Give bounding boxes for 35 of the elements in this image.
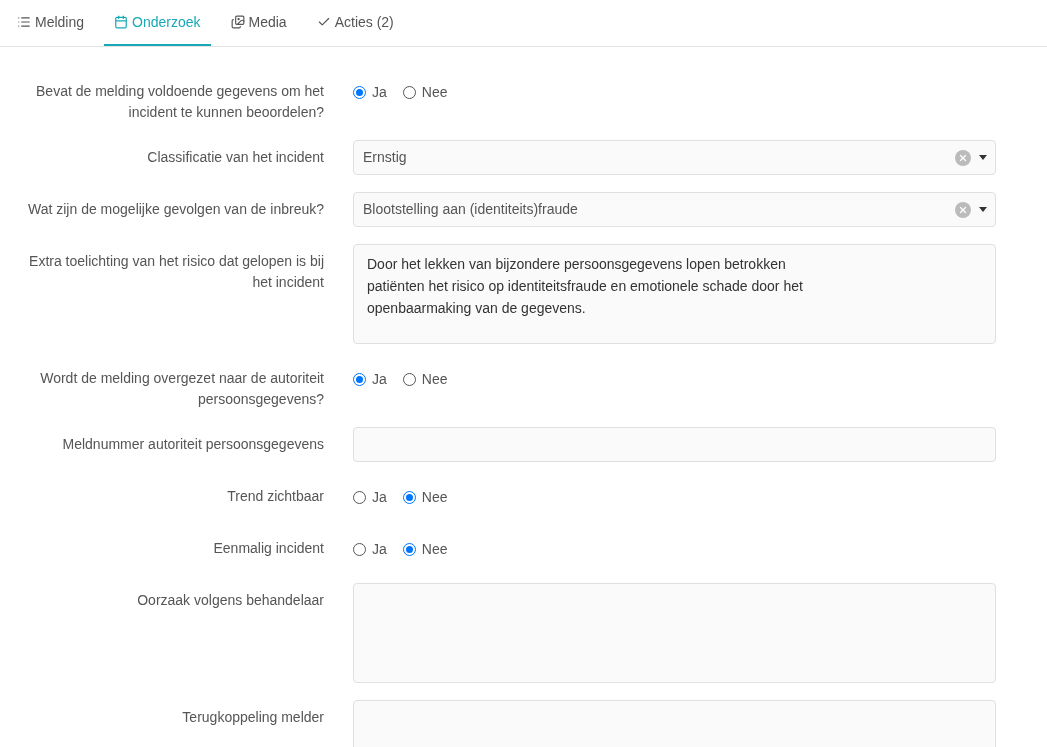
field-label: Wat zijn de mogelijke gevolgen van de inbreuk? — [28, 201, 324, 217]
text-area[interactable]: Door het lekken van bijzondere persoonsgegevens lopen betrokken patiënten het risico op identiteitsfraude en emotionele schade door het openbaarmaking van de gegevens. — [353, 244, 996, 344]
radio-option[interactable]: Ja — [353, 82, 387, 103]
field-label: Terugkoppeling melder — [182, 709, 324, 725]
radio-option[interactable]: Nee — [402, 487, 448, 508]
field-label: Bevat de melding voldoende gegevens om het incident te kunnen beoordelen? — [36, 83, 324, 120]
radio-button[interactable] — [353, 543, 366, 556]
field-label: Wordt de melding overgezet naar de autoriteit persoonsgegevens? — [40, 370, 324, 407]
field-label: Oorzaak volgens behandelaar — [137, 592, 324, 608]
field-label: Eenmalig incident — [213, 540, 324, 556]
caret-icon[interactable] — [979, 207, 987, 212]
list-icon — [17, 15, 31, 29]
tab[interactable]: Melding — [7, 0, 95, 46]
field-label: Classificatie van het incident — [147, 149, 324, 165]
radio-option[interactable]: Nee — [402, 369, 448, 390]
radio-button[interactable] — [402, 86, 416, 99]
select-field[interactable]: Ernstig — [353, 140, 996, 175]
field-label: Trend zichtbaar — [227, 488, 324, 504]
caret-icon[interactable] — [979, 155, 987, 160]
tab[interactable]: Acties (2) — [306, 0, 404, 46]
field-label: Extra toelichting van het risico dat gelopen is bij het incident — [29, 253, 324, 290]
radio-option[interactable]: Ja — [353, 487, 387, 508]
field-label: Meldnummer autoriteit persoonsgegevens — [62, 436, 324, 452]
calendar-icon — [114, 15, 129, 29]
radio-option[interactable]: Ja — [353, 369, 387, 390]
input-field[interactable] — [353, 427, 996, 462]
select-field[interactable]: Blootstelling aan (identiteits)fraude — [353, 192, 996, 227]
tab[interactable]: Media — [220, 0, 297, 46]
radio-option[interactable]: Nee — [402, 82, 448, 103]
images-icon — [230, 15, 245, 29]
radio-button[interactable] — [353, 491, 366, 504]
radio-option[interactable]: Nee — [402, 539, 448, 560]
check-icon — [316, 15, 331, 29]
radio-option[interactable]: Ja — [353, 539, 387, 560]
radio-button[interactable] — [402, 373, 416, 386]
